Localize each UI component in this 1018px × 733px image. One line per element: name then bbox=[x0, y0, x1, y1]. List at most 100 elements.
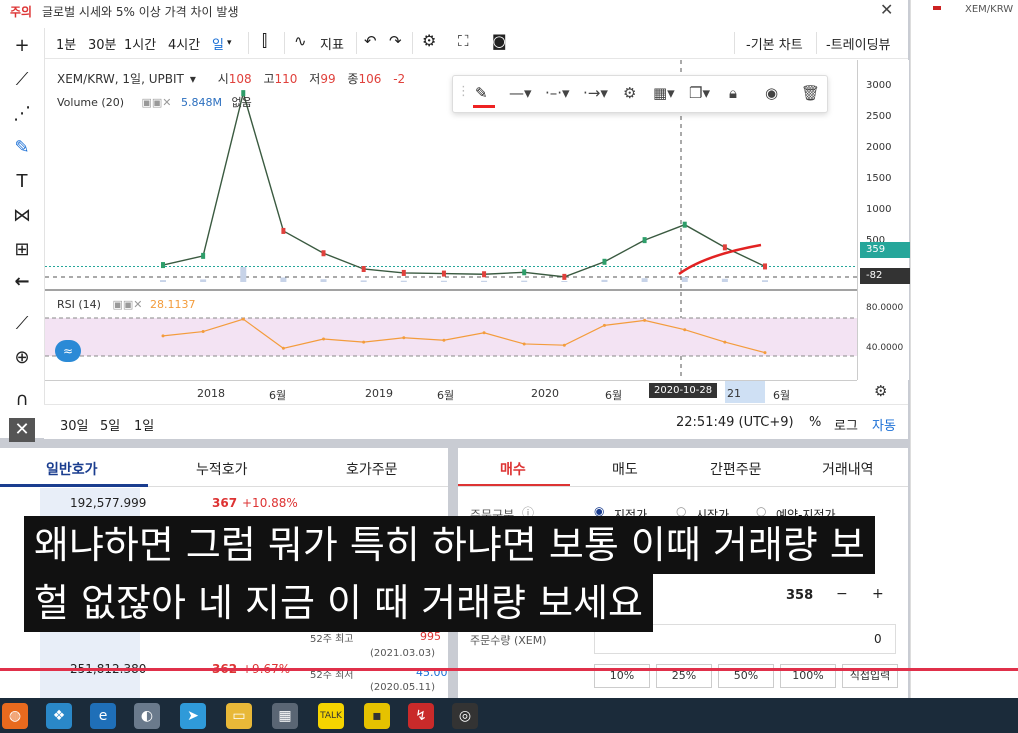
ie-icon[interactable]: e bbox=[90, 703, 116, 729]
pencil-icon[interactable]: ✎ bbox=[475, 84, 488, 102]
tab-simple-order[interactable]: 간편주문 bbox=[710, 459, 762, 479]
candle-type-icon[interactable]: ⫿ bbox=[262, 31, 267, 51]
magnet-icon[interactable]: ∩ bbox=[10, 388, 34, 412]
trendline-icon[interactable]: ⟋ bbox=[10, 68, 34, 92]
fullscreen-icon[interactable]: ⛶ bbox=[458, 32, 469, 50]
sticky-notes-icon[interactable]: ▪ bbox=[364, 703, 390, 729]
indicator-button[interactable]: 지표 bbox=[320, 34, 344, 53]
measure-icon[interactable]: ⊞ bbox=[10, 238, 34, 262]
crosshair-icon[interactable]: + bbox=[10, 34, 34, 58]
price-axis[interactable]: 3000 2500 2000 1500 1000 500 359 -82 80.… bbox=[857, 60, 910, 380]
rsi-point bbox=[522, 342, 526, 346]
toolbar-divider bbox=[284, 32, 285, 54]
volume-bar bbox=[360, 280, 367, 282]
undo-icon[interactable]: ↶ bbox=[364, 32, 377, 50]
fib-tool-icon[interactable]: ⋰ bbox=[10, 102, 34, 126]
interval-1m[interactable]: 1분 bbox=[56, 34, 76, 53]
close-icon[interactable]: ✕ bbox=[880, 0, 893, 19]
tab-general-orderbook[interactable]: 일반호가 bbox=[46, 459, 98, 479]
tradingview-logo-icon[interactable]: ≈ bbox=[55, 340, 81, 362]
tab-trade-history[interactable]: 거래내역 bbox=[822, 459, 874, 479]
tab-buy[interactable]: 매수 bbox=[500, 459, 526, 479]
interval-4h[interactable]: 4시간 bbox=[168, 34, 200, 53]
range-30d-button[interactable]: 30일 bbox=[60, 415, 89, 434]
kakaotalk-icon[interactable]: TALK bbox=[318, 703, 344, 729]
app-icon[interactable]: ❖ bbox=[46, 703, 72, 729]
rsi-point bbox=[241, 317, 245, 321]
interval-30m[interactable]: 30분 bbox=[88, 34, 117, 53]
settings-gear-icon[interactable]: ⚙ bbox=[623, 84, 636, 102]
price-candle bbox=[763, 263, 767, 270]
divider bbox=[458, 486, 908, 487]
basic-chart-button[interactable]: -기본 차트 bbox=[746, 34, 803, 53]
interval-1d[interactable]: 일 bbox=[212, 34, 224, 53]
clock-timezone[interactable]: 22:51:49 (UTC+9) bbox=[676, 415, 794, 430]
template-icon[interactable]: ▦▾ bbox=[653, 84, 675, 102]
rsi-point bbox=[402, 336, 406, 340]
price-candle bbox=[602, 258, 607, 265]
rsi-band bbox=[45, 318, 857, 356]
tab-orderbook-order[interactable]: 호가주문 bbox=[346, 459, 398, 479]
time-tick: 21 bbox=[727, 387, 741, 400]
zoom-in-icon[interactable]: ⊕ bbox=[10, 346, 34, 370]
telegram-icon[interactable]: ➤ bbox=[180, 703, 206, 729]
indicator-icon[interactable]: ∿ bbox=[294, 32, 307, 50]
eye-icon[interactable]: ◉ bbox=[765, 84, 778, 102]
line-style-icon[interactable]: ·–·▾ bbox=[545, 84, 570, 102]
legend-controls-icon[interactable]: ▣▣✕ bbox=[112, 298, 142, 311]
rsi-point bbox=[322, 337, 326, 341]
rsi-point bbox=[362, 340, 366, 344]
line-end-icon[interactable]: ·→▾ bbox=[583, 84, 608, 102]
brush-icon[interactable]: ✎ bbox=[10, 136, 34, 160]
lock-icon[interactable]: 🔒︎ bbox=[729, 84, 737, 102]
percent-scale-button[interactable]: % bbox=[809, 415, 821, 430]
chevron-down-icon[interactable]: ▾ bbox=[190, 72, 196, 86]
mini-symbol-label: XEM/KRW bbox=[965, 4, 1014, 15]
calculator-icon[interactable]: ▦ bbox=[272, 703, 298, 729]
close-value: 106 bbox=[358, 72, 382, 86]
price-tick: 3000 bbox=[866, 80, 892, 91]
rsi-point bbox=[281, 346, 285, 350]
line-width-icon[interactable]: —▾ bbox=[509, 84, 532, 102]
color-swatch[interactable] bbox=[473, 105, 495, 108]
price-series-line bbox=[162, 90, 766, 278]
log-scale-button[interactable]: 로그 bbox=[834, 415, 858, 434]
auto-scale-button[interactable]: 자동 bbox=[872, 415, 896, 434]
app-icon[interactable]: ↯ bbox=[408, 703, 434, 729]
redo-icon[interactable]: ↷ bbox=[389, 32, 402, 50]
chart-settings-gear-icon[interactable]: ⚙ bbox=[874, 382, 887, 400]
obs-icon[interactable]: ◎ bbox=[452, 703, 478, 729]
time-tick: 6월 bbox=[605, 389, 623, 402]
subtitle-line-1: 왜냐하면 그럼 뭐가 특히 하냐면 보통 이때 거래량 보 bbox=[24, 516, 875, 574]
open-value: 108 bbox=[228, 72, 252, 86]
price-tick: 1500 bbox=[866, 173, 892, 184]
app-icon[interactable]: ◐ bbox=[134, 703, 160, 729]
interval-1h[interactable]: 1시간 bbox=[124, 34, 156, 53]
orderbook-volume[interactable]: 192,577.999 bbox=[70, 496, 146, 510]
chart-toolbar: 1분 30분 1시간 4시간 일 ▾ ⫿ ∿ 지표 ↶ ↷ ⚙ ⛶ ◙ -기본 … bbox=[44, 28, 908, 59]
tab-sell[interactable]: 매도 bbox=[612, 459, 638, 479]
camera-icon[interactable]: ◙ bbox=[492, 32, 507, 50]
folder-icon[interactable]: ▭ bbox=[226, 703, 252, 729]
copy-icon[interactable]: ❐▾ bbox=[689, 84, 710, 102]
range-5d-button[interactable]: 5일 bbox=[100, 415, 120, 434]
orderbook-price[interactable]: 367 bbox=[212, 496, 237, 510]
drag-handle-icon[interactable]: ⋮ bbox=[457, 84, 470, 99]
legend-controls-icon[interactable]: ▣▣✕ bbox=[142, 96, 172, 109]
chevron-down-icon[interactable]: ▾ bbox=[227, 38, 232, 48]
ruler-icon[interactable]: ⟋ bbox=[10, 312, 34, 336]
hide-drawings-icon[interactable]: ✕ bbox=[9, 418, 35, 442]
trash-icon[interactable]: 🗑︎ bbox=[801, 84, 820, 102]
volume-bar bbox=[200, 279, 207, 282]
tradingview-button[interactable]: -트레이딩뷰 bbox=[826, 34, 891, 53]
tab-cumulative-orderbook[interactable]: 누적호가 bbox=[196, 459, 248, 479]
text-tool-icon[interactable]: T bbox=[10, 170, 34, 194]
settings-gear-icon[interactable]: ⚙ bbox=[422, 31, 436, 50]
arrow-left-icon[interactable]: ← bbox=[10, 270, 34, 294]
volume-bar bbox=[440, 280, 447, 282]
range-1d-button[interactable]: 1일 bbox=[134, 415, 154, 434]
firefox-icon[interactable]: ◍ bbox=[2, 703, 28, 729]
video-progress-bar[interactable] bbox=[0, 668, 1018, 671]
pattern-icon[interactable]: ⋈ bbox=[10, 204, 34, 228]
time-axis[interactable]: 2018 6월 2019 6월 2020 6월 21 6월 2020-10-28 bbox=[45, 380, 857, 405]
